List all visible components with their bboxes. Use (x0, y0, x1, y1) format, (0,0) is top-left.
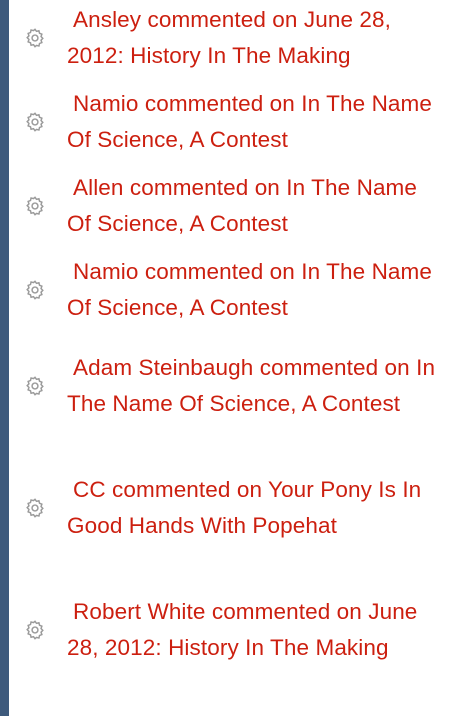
recent-comments-list: Ansley commented on June 28, 2012: Histo… (9, 0, 474, 716)
comment-link[interactable]: Robert White commented on June 28, 2012:… (67, 594, 447, 666)
left-sidebar-bar (0, 0, 9, 716)
comment-link[interactable]: Ansley commented on June 28, 2012: Histo… (67, 2, 447, 74)
comment-item: Robert White commented on June 28, 2012:… (9, 594, 474, 666)
cog-icon (23, 278, 47, 302)
comment-item: Allen commented on In The Name Of Scienc… (9, 170, 474, 242)
comment-link[interactable]: Allen commented on In The Name Of Scienc… (67, 170, 447, 242)
comment-link[interactable]: Namio commented on In The Name Of Scienc… (67, 86, 447, 158)
comment-item: Ansley commented on June 28, 2012: Histo… (9, 2, 474, 74)
comment-link[interactable]: CC commented on Your Pony Is In Good Han… (67, 472, 447, 544)
comment-item: Adam Steinbaugh commented on In The Name… (9, 350, 474, 422)
cog-icon (23, 194, 47, 218)
cog-icon (23, 374, 47, 398)
comment-link[interactable]: Adam Steinbaugh commented on In The Name… (67, 350, 447, 422)
cog-icon (23, 26, 47, 50)
comment-item: Namio commented on In The Name Of Scienc… (9, 254, 474, 326)
cog-icon (23, 110, 47, 134)
comment-item: CC commented on Your Pony Is In Good Han… (9, 472, 474, 544)
comment-item: Namio commented on In The Name Of Scienc… (9, 86, 474, 158)
cog-icon (23, 496, 47, 520)
cog-icon (23, 618, 47, 642)
comment-link[interactable]: Namio commented on In The Name Of Scienc… (67, 254, 447, 326)
